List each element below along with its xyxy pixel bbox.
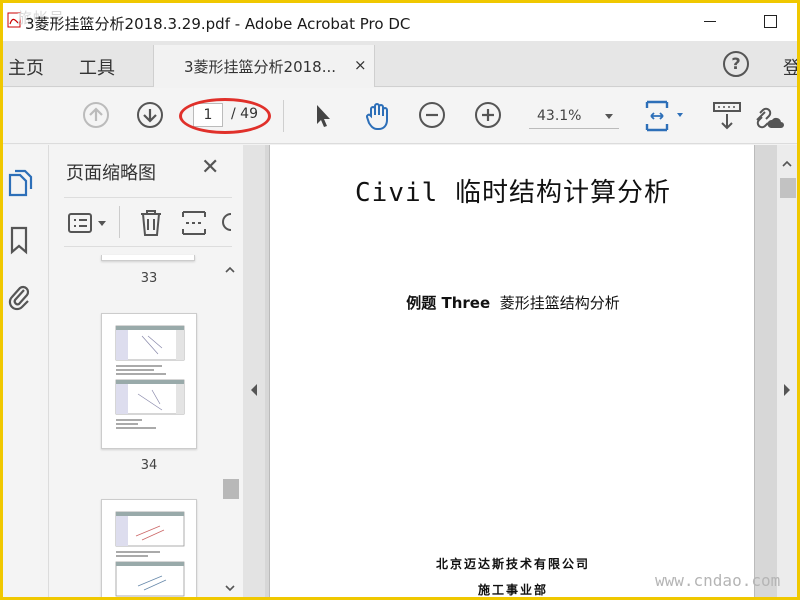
red-highlight-ellipse [179, 98, 271, 134]
window-title: 3菱形挂篮分析2018.3.29.pdf - Adobe Acrobat Pro… [25, 15, 411, 33]
acrobat-window: 旅帐号 3菱形挂篮分析2018.3.29.pdf - Adobe Acrobat… [3, 3, 797, 597]
menu-bar: 主页 工具 3菱形挂篮分析2018... × ? 登 [3, 41, 797, 87]
pdf-page: Civil 临时结构计算分析 例题 Three 菱形挂篮结构分析 北京迈达斯技术… [269, 145, 755, 597]
scroll-mode-icon[interactable] [711, 100, 743, 132]
fit-page-icon[interactable] [643, 98, 689, 134]
toolbar-divider [283, 100, 284, 132]
hand-tool-icon[interactable] [363, 100, 395, 132]
help-icon[interactable]: ? [723, 51, 749, 77]
rotate-page-icon[interactable] [220, 210, 232, 236]
thumbnail-page-content [115, 325, 185, 429]
example-label: 例题 Three [406, 294, 491, 312]
zoom-level-value: 43.1% [537, 108, 582, 124]
plus-icon [482, 109, 494, 121]
title-bar: 旅帐号 3菱形挂篮分析2018.3.29.pdf - Adobe Acrobat… [3, 3, 797, 41]
insert-pages-icon[interactable] [180, 208, 210, 238]
previous-page-button[interactable] [83, 102, 109, 128]
panel-splitter[interactable] [243, 145, 265, 597]
close-tab-icon[interactable]: × [354, 56, 367, 74]
close-icon[interactable]: ✕ [201, 155, 219, 180]
trash-icon[interactable] [138, 208, 164, 238]
panel-toolbar [64, 197, 232, 247]
home-tab[interactable]: 主页 [8, 54, 44, 80]
maximize-button[interactable] [760, 11, 780, 31]
page-thumbnail-33[interactable] [101, 255, 195, 261]
thumbnail-label: 34 [140, 458, 158, 473]
thumbnail-page-content [115, 511, 185, 597]
thumbnail-label: 33 [140, 271, 158, 286]
options-menu-icon[interactable] [67, 212, 111, 234]
bookmark-icon[interactable] [8, 225, 30, 255]
navigation-rail [3, 145, 49, 597]
document-scrollbar[interactable] [777, 145, 797, 597]
document-subtitle: 例题 Three 菱形挂篮结构分析 [270, 292, 756, 313]
next-page-button[interactable] [137, 102, 163, 128]
login-button[interactable]: 登 [783, 54, 797, 80]
scroll-down-icon[interactable] [224, 583, 236, 593]
document-scroll-thumb[interactable] [780, 178, 796, 198]
collapse-left-icon[interactable] [249, 383, 259, 397]
minimize-button[interactable] [700, 11, 720, 31]
scroll-up-icon[interactable] [781, 159, 793, 169]
page-thumbnail-35[interactable] [101, 499, 197, 597]
page-thumbnails-icon[interactable] [6, 167, 34, 199]
example-title: 菱形挂篮结构分析 [499, 294, 620, 312]
arrow-down-icon [143, 109, 157, 123]
thumbnail-scrollbar[interactable] [221, 263, 239, 597]
arrow-up-icon [89, 107, 103, 121]
thumbnail-scroll-thumb[interactable] [223, 479, 239, 499]
panel-title: 页面缩略图 [66, 163, 156, 184]
zoom-out-button[interactable] [419, 102, 445, 128]
thumbnail-panel: 页面缩略图 ✕ 33 34 [49, 145, 243, 597]
toolbar: 1 / 49 43.1% [3, 88, 797, 144]
zoom-level-dropdown[interactable]: 43.1% [529, 103, 619, 129]
paperclip-icon[interactable] [6, 280, 32, 312]
document-tab[interactable]: 3菱形挂篮分析2018... × [153, 45, 375, 87]
select-cursor-icon[interactable] [311, 102, 335, 130]
minus-icon [426, 113, 438, 117]
tools-tab[interactable]: 工具 [79, 54, 115, 80]
document-tab-label: 3菱形挂篮分析2018... [184, 58, 337, 76]
zoom-in-button[interactable] [475, 102, 501, 128]
link-cloud-icon[interactable] [751, 100, 787, 132]
company-name: 北京迈达斯技术有限公司 [435, 557, 590, 571]
document-view[interactable]: Civil 临时结构计算分析 例题 Three 菱形挂篮结构分析 北京迈达斯技术… [265, 145, 777, 597]
site-watermark: www.cndao.com [655, 571, 781, 590]
expand-right-panel-icon[interactable] [782, 383, 792, 397]
panel-toolbar-divider [119, 206, 120, 238]
chevron-down-icon [605, 114, 613, 119]
document-title: Civil 临时结构计算分析 [355, 178, 671, 208]
scroll-up-icon[interactable] [224, 265, 236, 275]
page-thumbnail-34[interactable] [101, 313, 197, 449]
